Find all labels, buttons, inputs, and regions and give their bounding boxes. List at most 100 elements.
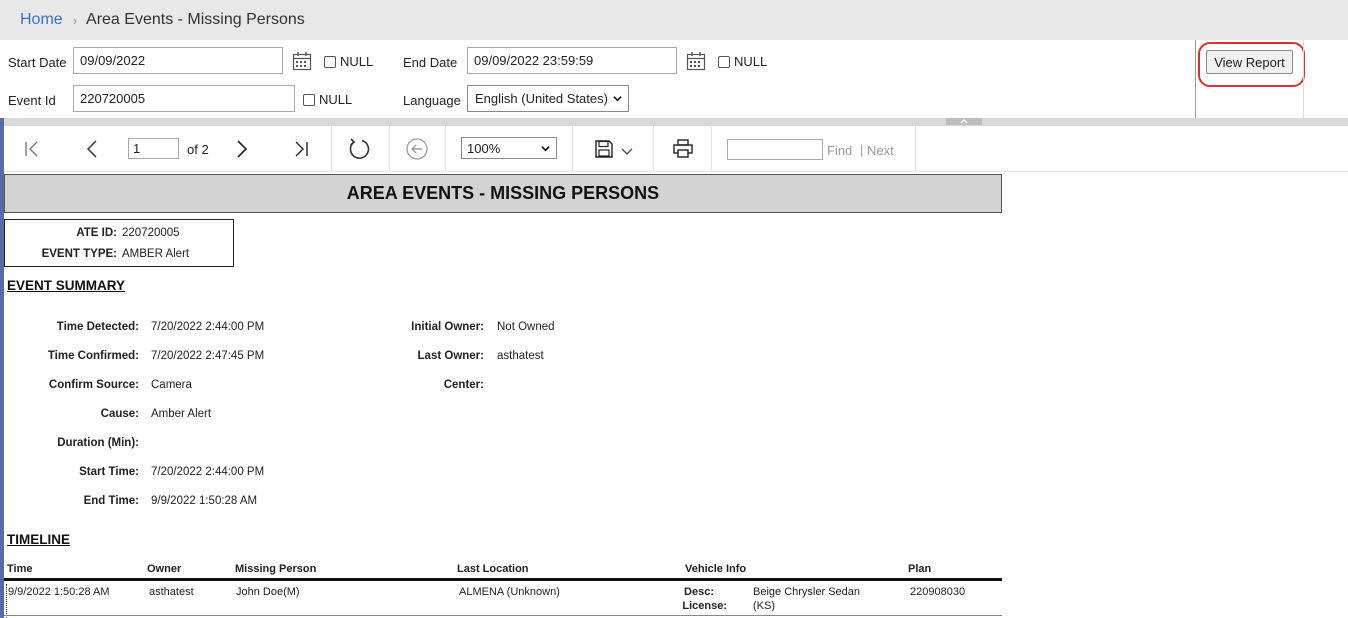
find-input[interactable] [727, 139, 823, 160]
zoom-value: 100% [467, 140, 501, 156]
end-date-label: End Date [403, 55, 458, 70]
column-header-last-location: Last Location [457, 563, 529, 575]
find-link[interactable]: Find [827, 143, 852, 158]
summary-value: 7/20/2022 2:47:45 PM [151, 350, 265, 362]
toolbar-separator [572, 126, 573, 172]
null-label: NULL [734, 54, 768, 69]
summary-label: Start Time: [79, 466, 139, 478]
column-header-owner: Owner [147, 563, 182, 575]
back-icon[interactable] [405, 137, 429, 161]
next-page-icon[interactable] [233, 139, 251, 159]
end-date-calendar-icon[interactable] [686, 51, 706, 71]
checkbox-box[interactable] [303, 93, 315, 106]
page-count: of 2 [187, 142, 209, 157]
toolbar-separator [653, 126, 654, 172]
timeline-heading: TIMELINE [7, 532, 70, 547]
summary-label: Initial Owner: [411, 321, 484, 333]
checkbox-box[interactable] [324, 55, 336, 68]
parameter-splitter[interactable] [4, 118, 1348, 126]
zoom-select[interactable]: 100% [461, 137, 557, 159]
event-id-null-checkbox[interactable]: NULL [303, 92, 352, 107]
summary-label: Center: [443, 379, 484, 391]
refresh-icon[interactable] [347, 137, 371, 161]
toolbar-separator [711, 126, 712, 172]
null-label: NULL [319, 92, 353, 107]
toolbar-separator [445, 126, 446, 172]
summary-label: End Time: [83, 495, 139, 507]
column-header-time: Time [7, 563, 33, 575]
first-page-icon[interactable] [23, 140, 41, 158]
checkbox-box[interactable] [718, 55, 730, 68]
end-date-null-checkbox[interactable]: NULL [718, 54, 767, 69]
toolbar-separator [331, 126, 332, 172]
summary-value: Not Owned [497, 321, 555, 333]
toolbar-separator [915, 126, 916, 172]
vehicle-license-label: License: [682, 600, 727, 612]
find-next-link[interactable]: Next [867, 143, 894, 158]
summary-label: Cause: [100, 408, 139, 420]
row-focus-marker [6, 584, 7, 618]
breadcrumb-current-page: Area Events - Missing Persons [86, 11, 305, 28]
previous-page-icon[interactable] [83, 139, 101, 159]
event-id-box: ATE ID: 220720005 EVENT TYPE: AMBER Aler… [4, 219, 234, 267]
vehicle-desc-label: Desc: [684, 586, 714, 598]
summary-value: 7/20/2022 2:44:00 PM [151, 321, 265, 333]
null-label: NULL [340, 54, 374, 69]
event-id-input[interactable] [73, 85, 295, 112]
summary-value: asthatest [497, 350, 544, 362]
start-date-calendar-icon[interactable] [292, 51, 312, 71]
cell-last-location: ALMENA (Unknown) [459, 586, 560, 598]
panel-divider [1195, 40, 1196, 118]
cell-missing-person: John Doe(M) [236, 586, 300, 598]
save-icon[interactable] [594, 139, 614, 159]
summary-value: 7/20/2022 2:44:00 PM [151, 466, 265, 478]
breadcrumb-separator: › [72, 12, 78, 28]
panel-divider [1303, 40, 1304, 118]
ate-id-value: 220720005 [122, 227, 180, 239]
event-type-label: EVENT TYPE: [41, 248, 117, 260]
breadcrumb-home-link[interactable]: Home [20, 11, 63, 29]
start-date-label: Start Date [8, 55, 67, 70]
parameter-panel: Start Date NULL End Date NULL Event Id N… [0, 40, 1348, 118]
end-date-input[interactable] [467, 47, 677, 74]
event-summary-heading: EVENT SUMMARY [7, 278, 126, 293]
chevron-down-icon[interactable] [621, 148, 633, 156]
ate-id-label: ATE ID: [76, 227, 117, 239]
summary-value: Amber Alert [151, 408, 212, 420]
chevron-down-icon [541, 146, 550, 152]
cell-owner: asthatest [149, 586, 194, 598]
cell-plan: 220908030 [910, 586, 966, 598]
table-row-rule [4, 615, 1002, 616]
language-label: Language [403, 93, 461, 108]
summary-value: Camera [151, 379, 192, 391]
column-header-plan: Plan [908, 563, 932, 575]
last-page-icon[interactable] [292, 140, 310, 158]
cell-vehicle-desc: Beige Chrysler Sedan [753, 586, 861, 598]
cell-vehicle-license: (KS) [753, 600, 775, 612]
find-separator: | [860, 142, 864, 157]
language-selected-value: English (United States) [475, 91, 608, 106]
chevron-up-icon [960, 119, 968, 124]
toolbar-separator [389, 126, 390, 172]
summary-label: Confirm Source: [48, 379, 139, 391]
start-date-input[interactable] [73, 47, 283, 74]
column-header-vehicle-info: Vehicle Info [685, 563, 747, 575]
summary-label: Time Confirmed: [47, 350, 139, 362]
breadcrumb: Home › Area Events - Missing Persons [0, 0, 1348, 40]
event-type-value: AMBER Alert [122, 248, 190, 260]
page-number-input[interactable]: 1 [128, 138, 179, 159]
cell-time: 9/9/2022 1:50:28 AM [8, 586, 110, 598]
report-title: AREA EVENTS - MISSING PERSONS [4, 174, 1002, 213]
print-icon[interactable] [672, 138, 694, 160]
summary-label: Last Owner: [417, 350, 484, 362]
summary-value: 9/9/2022 1:50:28 AM [151, 495, 258, 507]
event-id-label: Event Id [8, 93, 56, 108]
summary-label: Duration (Min): [57, 437, 139, 449]
report-toolbar: 1 of 2 100% Find | Next [4, 126, 1348, 172]
collapse-handle[interactable] [946, 118, 982, 125]
summary-label: Time Detected: [56, 321, 139, 333]
language-select[interactable]: English (United States) [467, 85, 629, 112]
start-date-null-checkbox[interactable]: NULL [324, 54, 373, 69]
column-header-missing-person: Missing Person [235, 563, 317, 575]
view-report-button[interactable]: View Report [1206, 50, 1293, 74]
